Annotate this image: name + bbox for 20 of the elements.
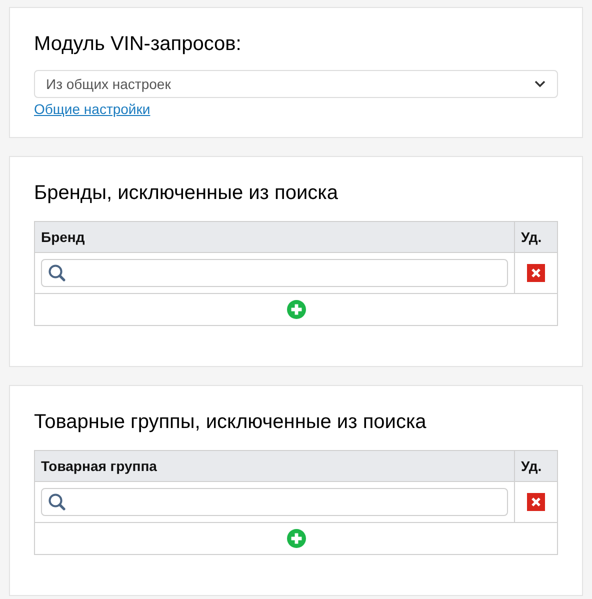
x-icon [531, 268, 541, 278]
search-icon [48, 264, 66, 282]
column-header: Уд. [514, 222, 558, 252]
general-settings-link[interactable]: Общие настройки [34, 101, 150, 117]
column-header: Товарная группа [34, 450, 514, 482]
search-field[interactable] [41, 259, 508, 287]
section-title: Бренды, исключенные из поиска [34, 181, 339, 205]
delete-button[interactable] [527, 264, 545, 282]
chevron-down-icon [534, 80, 546, 88]
add-button[interactable] [286, 300, 306, 319]
search-field[interactable] [41, 488, 508, 516]
module-select[interactable]: Из общих настроек [34, 70, 558, 98]
column-header: Бренд [34, 222, 514, 252]
column-header: Уд. [514, 450, 558, 482]
vin-module-title: Модуль VIN-запросов: [34, 32, 242, 56]
section-title: Товарные группы, исключенные из поиска [34, 410, 428, 434]
delete-button[interactable] [527, 493, 545, 511]
search-icon [48, 493, 66, 511]
add-button[interactable] [286, 529, 306, 548]
x-icon [531, 497, 541, 507]
